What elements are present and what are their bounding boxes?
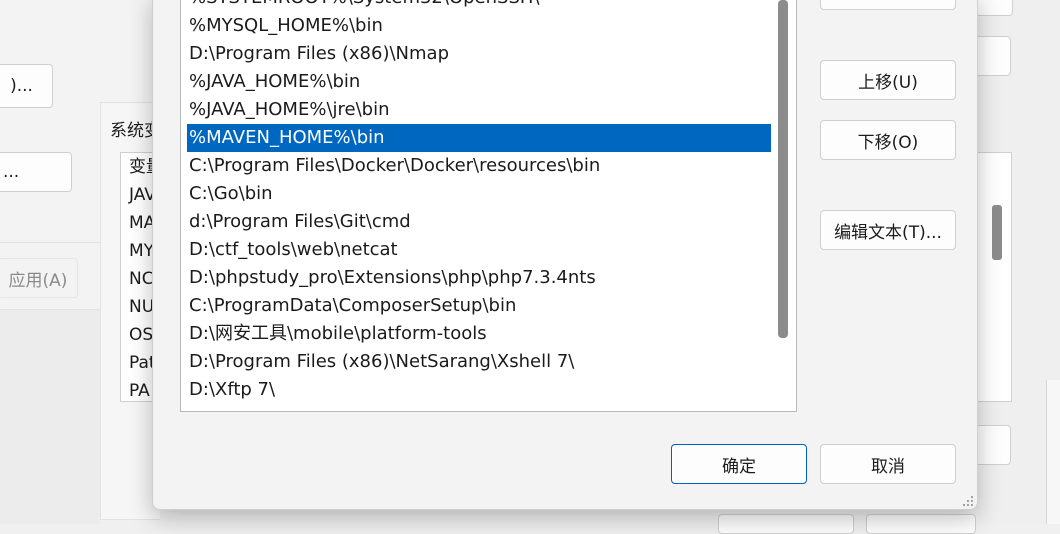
path-entry[interactable]: D:\Program Files (x86)\Nmap	[187, 40, 771, 68]
new-button[interactable]	[820, 0, 956, 10]
path-entry[interactable]: D:\ctf_tools\web\netcat	[187, 236, 771, 264]
scrollbar-thumb[interactable]	[992, 205, 1002, 260]
variables-list-right	[978, 152, 1012, 402]
background-edit-button[interactable]: ...	[0, 152, 72, 192]
resize-grip-icon[interactable]	[962, 495, 974, 507]
path-entry[interactable]: C:\Program Files\Docker\Docker\resources…	[187, 152, 771, 180]
path-entry[interactable]: C:\Go\bin	[187, 180, 771, 208]
path-entry-selected[interactable]: %MAVEN_HOME%\bin	[187, 124, 771, 152]
path-entry[interactable]: D:\Xftp 7\	[187, 376, 771, 404]
desktop-area	[0, 310, 100, 524]
move-up-button[interactable]: 上移(U)	[820, 60, 956, 100]
path-entry[interactable]: %JAVA_HOME%\jre\bin	[187, 96, 771, 124]
cancel-button[interactable]: 取消	[820, 444, 956, 484]
background-button[interactable]	[718, 514, 854, 534]
background-button[interactable]	[975, 0, 1013, 16]
background-button[interactable]	[866, 514, 976, 534]
path-entry[interactable]: D:\网安工具\mobile\platform-tools	[187, 320, 771, 348]
path-list-scrollbar-thumb[interactable]	[778, 0, 788, 338]
path-entry[interactable]: C:\ProgramData\ComposerSetup\bin	[187, 292, 771, 320]
path-entry[interactable]: d:\Program Files\Git\cmd	[187, 208, 771, 236]
browse-button[interactable]: )...	[0, 64, 53, 108]
background-button[interactable]	[975, 425, 1011, 465]
apply-button[interactable]: 应用(A)	[0, 258, 78, 298]
path-entry[interactable]: %MYSQL_HOME%\bin	[187, 12, 771, 40]
edit-text-button[interactable]: 编辑文本(T)...	[820, 210, 956, 250]
move-down-button[interactable]: 下移(O)	[820, 120, 956, 160]
path-entry[interactable]: %SYSTEMROOT%\System32\OpenSSH\	[187, 0, 771, 12]
ok-button[interactable]: 确定	[671, 444, 807, 484]
path-entry[interactable]: %JAVA_HOME%\bin	[187, 68, 771, 96]
path-entry[interactable]: D:\phpstudy_pro\Extensions\php\php7.3.4n…	[187, 264, 771, 292]
background-window-edge	[1046, 380, 1060, 524]
background-button[interactable]	[975, 36, 1011, 76]
path-entry[interactable]: D:\Program Files (x86)\NetSarang\Xshell …	[187, 348, 771, 376]
path-entries-list[interactable]: %SYSTEMROOT%\System32\OpenSSH\%MYSQL_HOM…	[180, 0, 797, 412]
